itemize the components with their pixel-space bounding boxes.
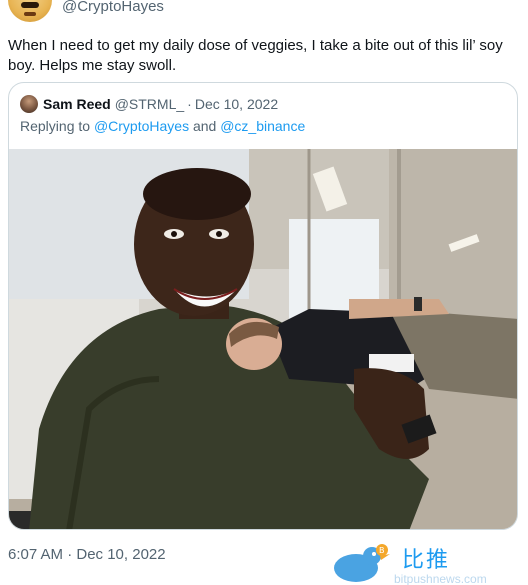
quoted-tweet-header: Sam Reed @STRML_ · Dec 10, 2022 [20, 94, 278, 114]
svg-text:B: B [379, 546, 385, 555]
photo-illustration [9, 149, 517, 529]
bird-icon: B [334, 544, 390, 582]
avatar-mouth [24, 12, 36, 16]
quoted-tweet-date[interactable]: Dec 10, 2022 [195, 96, 278, 112]
watermark-logo: B 比推 bitpushnews.com [330, 538, 528, 585]
quoted-author-name[interactable]: Sam Reed [43, 96, 111, 112]
separator-dot: · [187, 96, 192, 112]
avatar-eyes [21, 2, 39, 8]
quoted-tweet-card[interactable]: Sam Reed @STRML_ · Dec 10, 2022 Replying… [8, 82, 518, 530]
replying-to-label: Replying to [20, 118, 91, 134]
watermark-url: bitpushnews.com [394, 572, 487, 585]
watermark-text: 比推 [402, 548, 451, 573]
author-avatar[interactable] [8, 0, 52, 22]
replying-to-line: Replying to @CryptoHayes and @cz_binance [20, 118, 305, 134]
tweet-timestamp[interactable]: 6:07 AM · Dec 10, 2022 [8, 546, 166, 563]
tweet-text: When I need to get my daily dose of vegg… [8, 37, 503, 74]
replying-and-label: and [192, 118, 217, 134]
tweet-header: @CryptoHayes [0, 0, 528, 22]
quoted-author-avatar[interactable] [20, 95, 38, 113]
author-handle[interactable]: @CryptoHayes [62, 0, 164, 14]
quoted-tweet-photo[interactable] [9, 149, 517, 529]
quoted-author-handle[interactable]: @STRML_ [115, 96, 184, 112]
mention-cz-binance[interactable]: @cz_binance [220, 118, 305, 134]
mention-cryptohayes[interactable]: @CryptoHayes [94, 118, 189, 134]
